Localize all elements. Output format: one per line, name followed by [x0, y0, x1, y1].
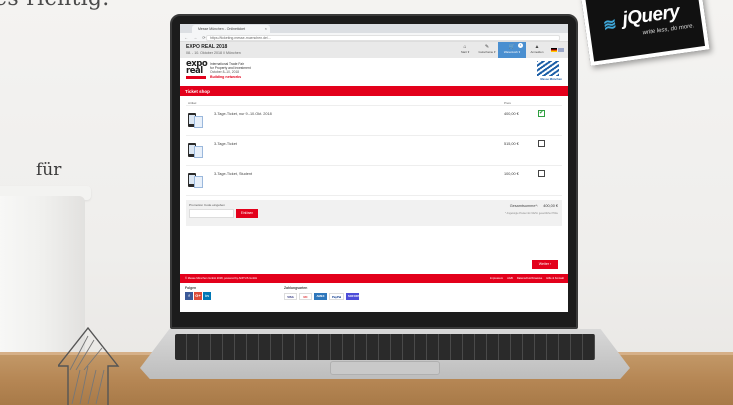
redeem-button[interactable]: Einlösen [236, 209, 258, 218]
nav-label: Warenkorb ▾ [503, 50, 521, 54]
section-title: Ticket shop [180, 86, 568, 96]
ticket-row: 3-Tage-Ticket, Student 100,00 € [186, 166, 562, 196]
ticket-price: 515,00 € [504, 142, 519, 146]
browser-tab[interactable]: Messe München - Onlineticket × [192, 25, 270, 33]
ticket-table-header: Artikel Preis [186, 96, 562, 106]
social-icons: f G+ in [185, 292, 211, 300]
next-button[interactable]: Weiter › [532, 260, 558, 269]
brand-tagline-4: Building networks [210, 75, 242, 79]
footer-link-privacy[interactable]: Datenschutzhinweise [517, 277, 542, 280]
event-title: EXPO REAL 2018 [186, 44, 228, 50]
messe-muenchen-label: Messe München [540, 77, 562, 81]
jquery-logo-icon: ≋ [602, 16, 618, 35]
footer-bottom: Folgen f G+ in Zahlungsarten VISA MC AME… [180, 283, 568, 312]
facebook-icon[interactable]: f [185, 292, 193, 300]
ticket-checkbox[interactable]: ✔ [538, 110, 545, 117]
nav-label: Start ▾ [460, 50, 470, 54]
expo-real-logo[interactable]: expo real [186, 60, 208, 83]
follow-label: Folgen [185, 286, 197, 290]
ticket-price: 100,00 € [504, 172, 519, 176]
promo-section: Promotion Code eingeben Einlösen Gesamts… [186, 200, 562, 226]
footer-link-imprint[interactable]: Impressum [490, 277, 503, 280]
footer-links: Impressum AGB Datenschutzhinweise Hilfe … [490, 277, 564, 280]
laptop-screen: Messe München - Onlineticket × ← → ⟳ ⌂ h… [180, 24, 568, 312]
amex-icon: AMEX [314, 293, 327, 300]
event-date: 08. - 10. Oktober 2018 // München [186, 51, 241, 55]
ticket-name: 3-Tage-Ticket, nur 9.-10.Okt. 2018 [214, 112, 272, 116]
nav-item-cart[interactable]: 🛒 Warenkorb ▾ 1 [498, 42, 526, 58]
sofort-icon: SOFORT [346, 293, 360, 300]
ticket-image-icon [188, 111, 204, 131]
promo-code-input[interactable] [189, 209, 234, 218]
close-tab-icon[interactable]: × [265, 26, 267, 31]
logo-line-2: real [186, 66, 203, 76]
column-price: Preis [504, 101, 511, 105]
linkedin-icon[interactable]: in [203, 292, 211, 300]
paypal-icon: PayPal [329, 293, 344, 300]
mastercard-icon: MC [299, 293, 312, 300]
vat-note: * Angezeigte Preise inkl. MwSt. gesetzli… [505, 212, 558, 215]
promo-label: Promotion Code eingeben [189, 203, 225, 207]
payment-methods-label: Zahlungsarten [284, 286, 308, 290]
payment-methods: VISA MC AMEX PayPal SOFORT [284, 293, 360, 300]
ticket-price: 400,00 € [504, 112, 519, 116]
background-word: für [36, 160, 62, 180]
nav-item-vouchers[interactable]: ✎ Gutscheine ▾ [476, 42, 498, 58]
ticket-list: Artikel Preis 3-Tage-Ticket, nur 9.-10.O… [180, 96, 568, 196]
column-article: Artikel [188, 101, 197, 105]
url-input[interactable]: https://ticketing.messe-muenchen.de/... [206, 34, 560, 41]
ticket-name: 3-Tage-Ticket, Student [214, 172, 253, 176]
nav-label: Anmelden [530, 50, 544, 54]
site-top-bar: EXPO REAL 2018 08. - 10. Oktober 2018 //… [180, 42, 568, 58]
ticket-checkbox[interactable] [538, 140, 545, 147]
background-headline: es richtig. [0, 0, 110, 11]
ticket-checkbox[interactable] [538, 170, 545, 177]
laptop-keyboard [175, 334, 595, 360]
total-value: 400,00 € [543, 204, 558, 208]
nav-item-start[interactable]: ⌂ Start ▾ [454, 42, 476, 58]
messe-muenchen-emblem-icon [537, 61, 559, 76]
messe-muenchen-logo[interactable]: Messe München [534, 61, 562, 83]
cart-count-badge: 1 [518, 43, 523, 48]
logo-red-bar [186, 76, 206, 79]
brand-tagline-3: October 8–10, 2018 [210, 70, 240, 74]
browser-address-bar: ← → ⟳ ⌂ https://ticketing.messe-muenchen… [180, 33, 568, 42]
total-label: Gesamtsumme*: [509, 204, 538, 208]
ticket-image-icon [188, 171, 204, 191]
arrow-doodle-icon [58, 326, 120, 405]
browser-tab-title: Messe München - Onlineticket [198, 27, 246, 31]
ticket-image-icon [188, 141, 204, 161]
english-flag-icon[interactable] [558, 48, 564, 52]
visa-icon: VISA [284, 293, 297, 300]
nav-label: Gutscheine ▾ [478, 50, 496, 54]
ticket-row: 3-Tage-Ticket 515,00 € [186, 136, 562, 166]
footer-link-terms[interactable]: AGB [507, 277, 513, 280]
brand-header: expo real International Trade Fair for P… [180, 58, 568, 86]
footer-bar: © Messe München GmbH 2018, powered by AD… [180, 274, 568, 283]
language-switch [548, 42, 564, 58]
jquery-sticker: ≋ jQuery write less, do more. [580, 0, 710, 66]
copyright-text: © Messe München GmbH 2018, powered by AD… [185, 277, 258, 280]
browser-tab-bar: Messe München - Onlineticket × [180, 24, 568, 33]
google-plus-icon[interactable]: G+ [194, 292, 202, 300]
laptop-trackpad [330, 361, 440, 375]
nav-item-login[interactable]: ▲ Anmelden [526, 42, 548, 58]
ticket-name: 3-Tage-Ticket [214, 142, 237, 146]
german-flag-icon[interactable] [551, 48, 557, 52]
footer-link-help[interactable]: Hilfe & Kontakt [546, 277, 564, 280]
top-navigation: ⌂ Start ▾ ✎ Gutscheine ▾ 🛒 Warenkorb ▾ 1… [454, 42, 564, 58]
ticket-row: 3-Tage-Ticket, nur 9.-10.Okt. 2018 400,0… [186, 106, 562, 136]
